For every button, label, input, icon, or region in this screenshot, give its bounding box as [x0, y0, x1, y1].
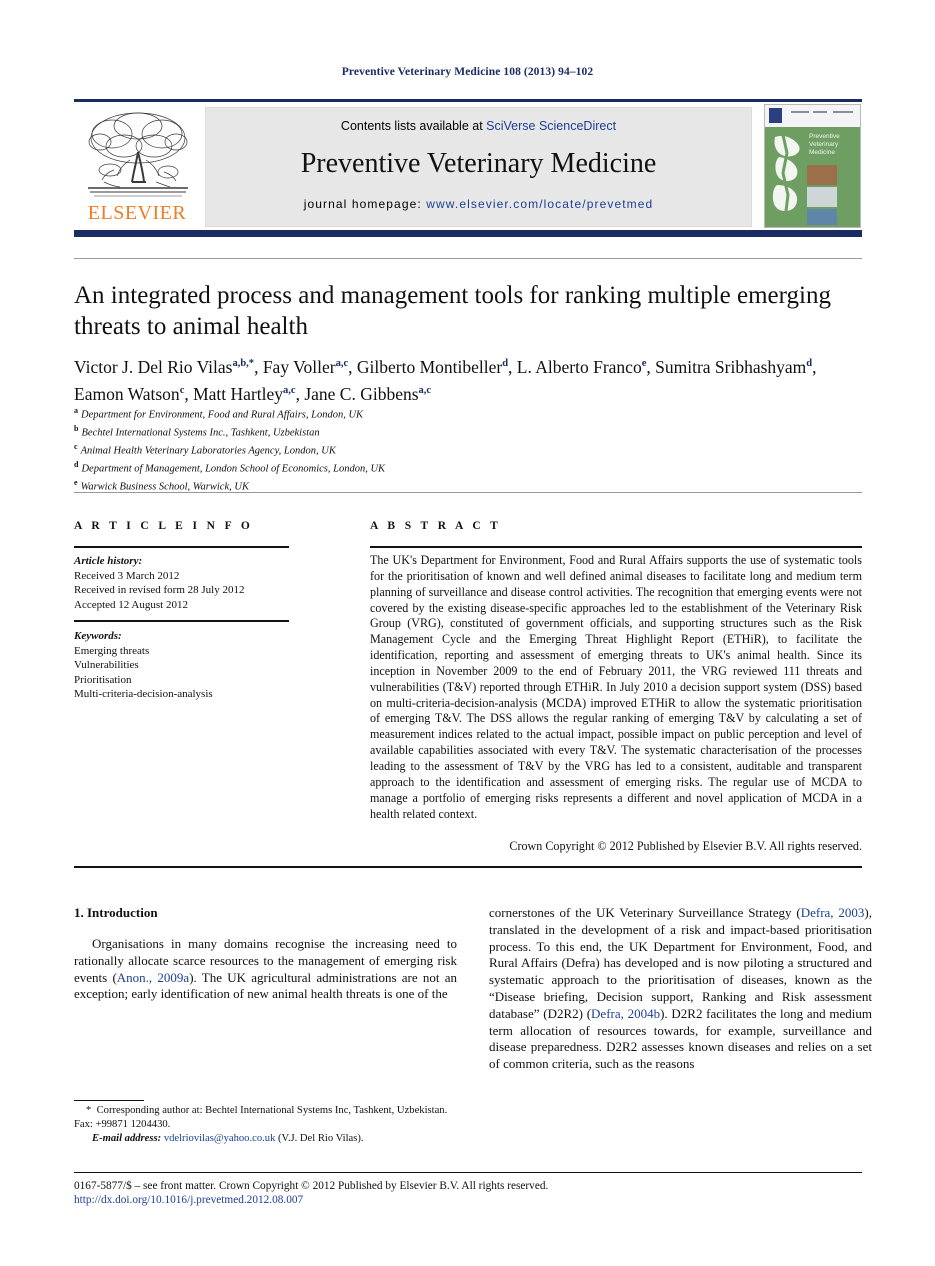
affiliation-item: b Bechtel International Systems Inc., Tas…	[74, 422, 674, 440]
affiliation-marker: b	[74, 423, 79, 433]
affiliation-marker: d	[74, 459, 79, 469]
keywords-rule	[74, 620, 289, 622]
article-info-heading: A R T I C L E I N F O	[74, 520, 254, 532]
affiliation-text: Bechtel International Systems Inc., Tash…	[81, 427, 320, 439]
cover-photo-sheep	[807, 187, 837, 207]
issn-copyright-line: 0167-5877/$ – see front matter. Crown Co…	[74, 1180, 549, 1192]
info-section-top-rule	[74, 492, 862, 493]
journal-title: Preventive Veterinary Medicine	[300, 148, 657, 179]
cover-header-bar-2	[813, 111, 827, 113]
affiliation-item: e Warwick Business School, Warwick, UK	[74, 476, 674, 494]
journal-masthead: ELSEVIER Contents lists available at Sci…	[74, 104, 862, 228]
elsevier-logo: ELSEVIER	[76, 106, 198, 228]
affiliation-marker: a	[74, 406, 78, 415]
cover-header-bar-3	[833, 111, 853, 113]
title-separator-rule	[74, 258, 862, 259]
cover-photo-water	[807, 209, 837, 225]
article-history-received: Received 3 March 2012	[74, 569, 180, 582]
article-title: An integrated process and management too…	[74, 282, 831, 340]
affiliation-text: Department for Environment, Food and Rur…	[81, 409, 364, 421]
article-history-label: Article history:	[74, 555, 143, 567]
cover-journal-title: Preventive Veterinary Medicine	[809, 133, 840, 156]
article-history-revised: Received in revised form 28 July 2012	[74, 584, 245, 596]
elsevier-wordmark: ELSEVIER	[87, 202, 187, 224]
body-column-right: cornerstones of the UK Veterinary Survei…	[489, 905, 873, 1072]
keyword-item: Vulnerabilities	[74, 659, 139, 671]
keywords-label: Keywords:	[74, 630, 122, 642]
keywords-block: Keywords: Emerging threats Vulnerabiliti…	[74, 629, 304, 702]
abstract-text: The UK's Department for Environment, Foo…	[370, 553, 862, 821]
affiliation-list: a Department for Environment, Food and Ru…	[74, 404, 674, 494]
keyword-item: Multi-criteria-decision-analysis	[74, 688, 213, 700]
journal-homepage-link[interactable]: www.elsevier.com/locate/prevetmed	[426, 197, 653, 211]
email-link[interactable]: vdelriovilas@yahoo.co.uk	[164, 1133, 276, 1144]
masthead-bottom-rule	[74, 230, 862, 237]
affiliation-text: Department of Management, London School …	[81, 463, 386, 475]
contents-prefix: Contents lists available at	[340, 119, 487, 133]
sciencedirect-link[interactable]: SciVerse ScienceDirect	[486, 119, 616, 133]
body-column-left: Organisations in many domains recognise …	[74, 936, 457, 1002]
article-info-rule	[74, 546, 289, 548]
journal-homepage-line: journal homepage: www.elsevier.com/locat…	[206, 197, 751, 211]
cover-header-strip	[765, 105, 860, 128]
contents-lists-line: Contents lists available at SciVerse Sci…	[206, 119, 751, 133]
masthead-top-rule	[74, 99, 862, 102]
abstract-copyright: Crown Copyright © 2012 Published by Else…	[509, 839, 862, 853]
author-list: Victor J. Del Rio Vilasa,b,*, Fay Voller…	[74, 356, 817, 404]
journal-article-page: Preventive Veterinary Medicine 108 (2013…	[0, 0, 935, 1266]
email-label: E-mail address:	[92, 1133, 162, 1144]
affiliation-item: c Animal Health Veterinary Laboratories A…	[74, 440, 674, 458]
keyword-item: Prioritisation	[74, 673, 132, 686]
abstract-heading: A B S T R A C T	[370, 520, 502, 532]
running-head: Preventive Veterinary Medicine 108 (2013…	[341, 66, 594, 78]
affiliation-item: d Department of Management, London School…	[74, 458, 674, 476]
footnote-rule	[74, 1100, 144, 1102]
email-note: E-mail address: vdelriovilas@yahoo.co.uk…	[74, 1132, 459, 1146]
corresponding-author-note: * Corresponding author at: Bechtel Inter…	[74, 1105, 448, 1130]
journal-banner: Contents lists available at SciVerse Sci…	[205, 107, 752, 227]
abstract-rule	[370, 546, 862, 548]
email-owner: (V.J. Del Rio Vilas).	[278, 1133, 364, 1144]
doi-link[interactable]: http://dx.doi.org/10.1016/j.prevetmed.20…	[74, 1194, 303, 1206]
abstract-bottom-rule	[74, 866, 862, 868]
footer-rule	[74, 1172, 862, 1174]
cover-artwork: Preventive Veterinary Medicine	[765, 127, 860, 227]
cover-header-bar-1	[791, 111, 809, 113]
elsevier-tree-icon	[88, 112, 188, 197]
affiliation-text: Warwick Business School, Warwick, UK	[80, 481, 249, 493]
footnote-block: * Corresponding author at: Bechtel Inter…	[74, 1104, 459, 1146]
article-history-accepted: Accepted 12 August 2012	[74, 598, 188, 611]
keyword-item: Emerging threats	[74, 644, 150, 657]
journal-cover-thumbnail: Preventive Veterinary Medicine	[764, 104, 861, 228]
cover-elsevier-mark-icon	[769, 108, 782, 123]
section-heading-introduction: 1. Introduction	[74, 905, 158, 920]
affiliation-item: a Department for Environment, Food and Ru…	[74, 404, 674, 422]
affiliation-text: Animal Health Veterinary Laboratories Ag…	[80, 445, 336, 457]
homepage-prefix: journal homepage:	[303, 197, 427, 211]
article-history-block: Article history: Received 3 March 2012 R…	[74, 554, 304, 612]
affiliation-marker: e	[74, 477, 78, 487]
cover-animal-silhouette-icon	[772, 134, 800, 220]
cover-photo-cattle	[807, 165, 837, 185]
affiliation-marker: c	[74, 441, 78, 451]
